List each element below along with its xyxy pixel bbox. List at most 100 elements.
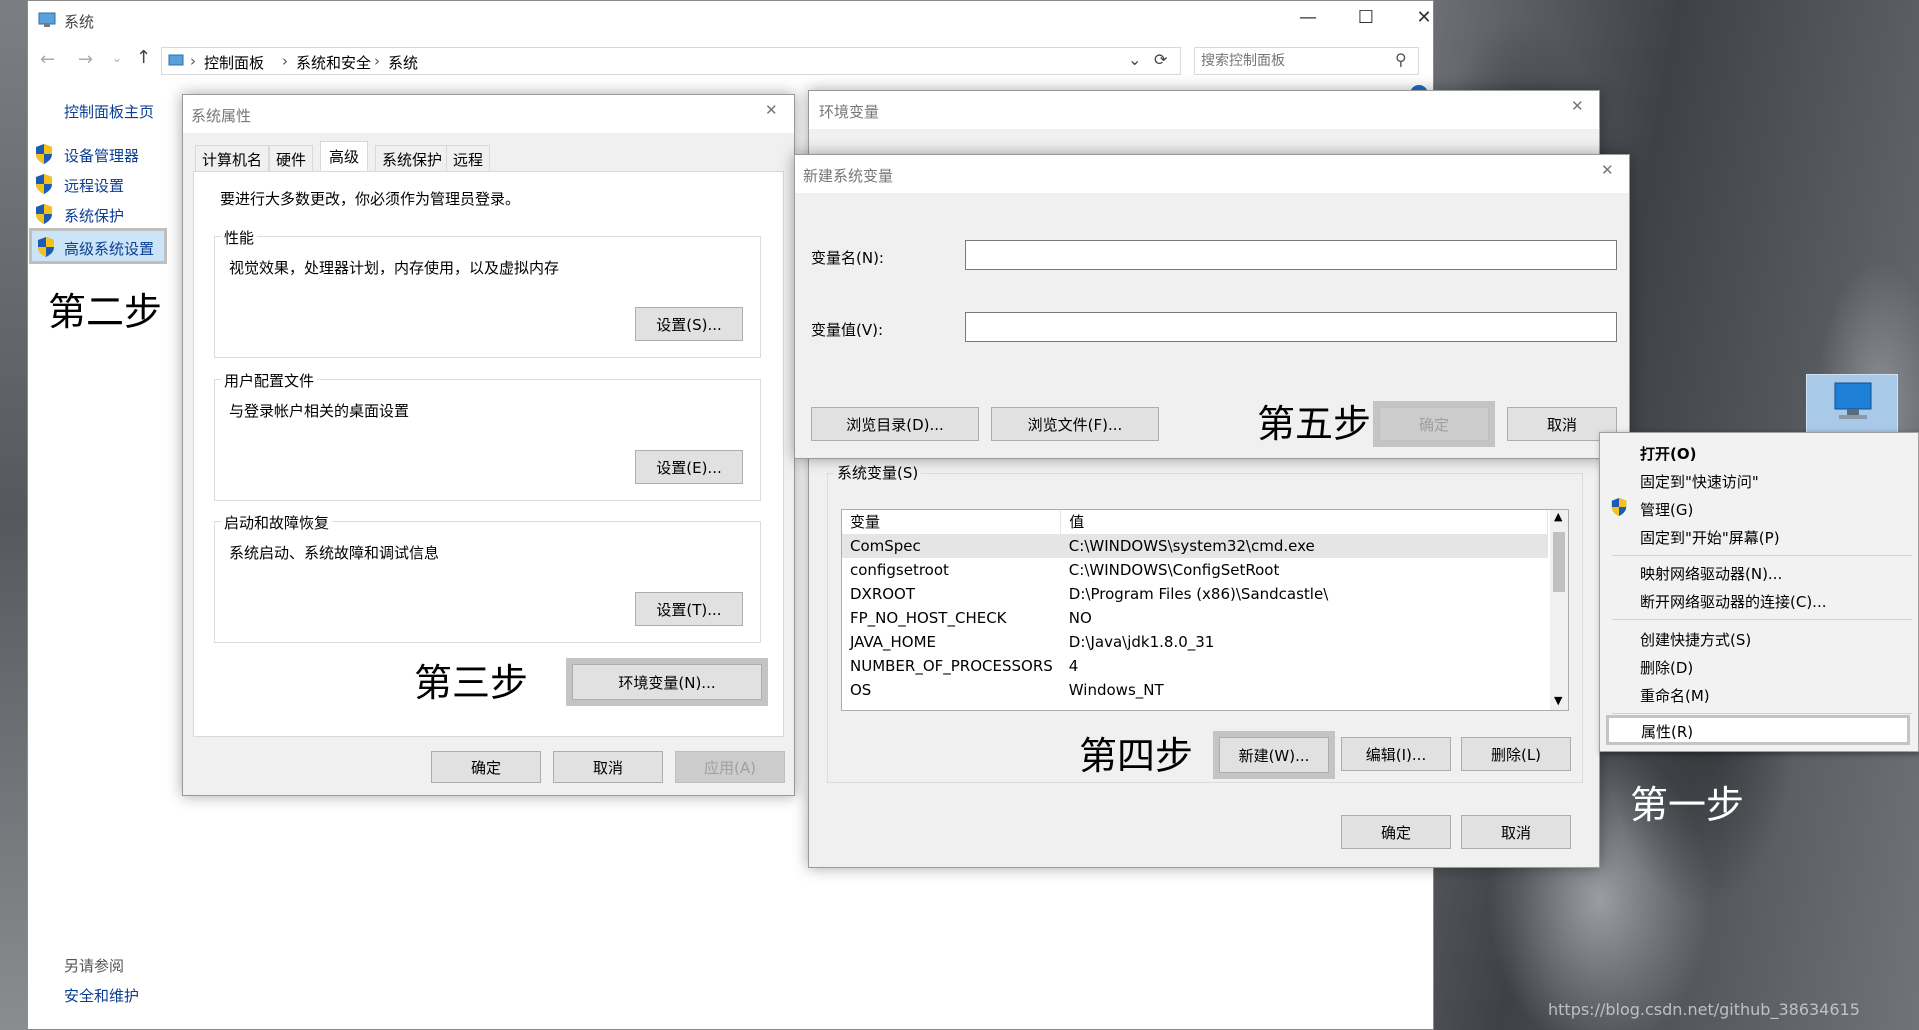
- new-variable-button[interactable]: 新建(W)...: [1213, 731, 1335, 779]
- scroll-up-icon[interactable]: ▲: [1554, 510, 1562, 523]
- maximize-button[interactable]: ☐: [1346, 7, 1386, 28]
- ok-button[interactable]: 确定: [431, 751, 541, 783]
- breadcrumb-system[interactable]: 系统: [388, 52, 418, 73]
- menu-item-open[interactable]: 打开(O): [1640, 443, 1696, 464]
- tab-advanced[interactable]: 高级: [320, 141, 369, 174]
- desktop-context-menu: 打开(O) 固定到"快速访问" 管理(G) 固定到"开始"屏幕(P) 映射网络驱…: [1599, 432, 1919, 752]
- sidebar-item-advanced-settings[interactable]: 高级系统设置: [29, 228, 167, 264]
- dialog-title-bar: 系统属性 ✕: [183, 95, 794, 133]
- control-panel-icon: [168, 54, 184, 66]
- column-header-value[interactable]: 值: [1060, 510, 1548, 535]
- recent-dropdown-icon[interactable]: ⌄: [112, 51, 122, 65]
- delete-variable-button[interactable]: 删除(L): [1461, 737, 1571, 771]
- uac-shield-icon: [36, 204, 52, 224]
- menu-item-map-drive[interactable]: 映射网络驱动器(N)...: [1640, 563, 1782, 584]
- tab-hardware[interactable]: 硬件: [269, 145, 314, 174]
- menu-item-manage[interactable]: 管理(G): [1640, 499, 1693, 520]
- table-row[interactable]: JAVA_HOME D:\Java\jdk1.8.0_31: [842, 630, 1548, 654]
- step-three-annotation: 第三步: [414, 661, 529, 705]
- uac-shield-icon: [1611, 498, 1627, 516]
- sidebar-item-label: 远程设置: [64, 177, 125, 195]
- user-profiles-group: 用户配置文件 与登录帐户相关的桌面设置 设置(E)...: [214, 370, 761, 501]
- address-dropdown-icon[interactable]: ⌄: [1128, 50, 1141, 69]
- minimize-button[interactable]: —: [1288, 7, 1328, 28]
- dialog-close-icon[interactable]: ✕: [1601, 161, 1614, 179]
- system-variables-list[interactable]: 变量 值 ComSpec C:\WINDOWS\system32\cmd.exe…: [841, 509, 1569, 711]
- browse-file-button[interactable]: 浏览文件(F)...: [991, 407, 1159, 441]
- variable-value-input[interactable]: [965, 312, 1617, 342]
- tab-computer-name[interactable]: 计算机名: [195, 145, 270, 174]
- system-icon: [38, 12, 56, 27]
- scroll-thumb[interactable]: [1553, 532, 1565, 592]
- computer-icon: [1834, 382, 1872, 419]
- menu-item-delete[interactable]: 删除(D): [1640, 657, 1693, 678]
- environment-variables-button[interactable]: 环境变量(N)...: [566, 658, 768, 706]
- sidebar-item-label: 设备管理器: [64, 147, 140, 165]
- uac-shield-icon: [38, 237, 54, 257]
- menu-item-disconnect-drive[interactable]: 断开网络驱动器的连接(C)...: [1640, 591, 1826, 612]
- cancel-button[interactable]: 取消: [1461, 815, 1571, 849]
- var-name: configsetroot: [850, 561, 949, 579]
- sidebar-item-remote-settings[interactable]: 远程设置: [34, 173, 174, 197]
- advanced-tab-panel: 要进行大多数更改，你必须作为管理员登录。 性能 视觉效果，处理器计划，内存使用，…: [193, 171, 784, 737]
- variable-name-label: 变量名(N):: [811, 249, 884, 267]
- edit-variable-button[interactable]: 编辑(I)...: [1341, 737, 1451, 771]
- performance-settings-button[interactable]: 设置(S)...: [635, 307, 743, 341]
- forward-arrow-icon[interactable]: →: [78, 49, 93, 70]
- step-four-annotation: 第四步: [1079, 734, 1194, 778]
- table-row[interactable]: DXROOT D:\Program Files (x86)\Sandcastle…: [842, 582, 1548, 606]
- var-value: 4: [1068, 657, 1079, 675]
- refresh-icon[interactable]: ⟳: [1154, 50, 1167, 69]
- table-row[interactable]: NUMBER_OF_PROCESSORS 4: [842, 654, 1548, 678]
- ok-button[interactable]: 确定: [1373, 401, 1495, 447]
- column-header-variable[interactable]: 变量: [842, 510, 1062, 535]
- group-desc: 与登录帐户相关的桌面设置: [229, 402, 410, 420]
- back-arrow-icon[interactable]: ←: [40, 49, 55, 70]
- table-row[interactable]: configsetroot C:\WINDOWS\ConfigSetRoot: [842, 558, 1548, 582]
- sidebar-item-system-protection[interactable]: 系统保护: [34, 203, 174, 227]
- tab-remote[interactable]: 远程: [446, 145, 491, 174]
- search-input[interactable]: [1201, 51, 1381, 71]
- startup-settings-button[interactable]: 设置(T)...: [635, 592, 743, 626]
- address-bar[interactable]: › 控制面板 › 系统和安全 › 系统 ⌄ ⟳: [161, 47, 1181, 75]
- table-row[interactable]: ComSpec C:\WINDOWS\system32\cmd.exe: [842, 534, 1548, 558]
- dialog-close-icon[interactable]: ✕: [1571, 97, 1584, 115]
- search-box[interactable]: ⚲: [1194, 47, 1419, 75]
- menu-item-create-shortcut[interactable]: 创建快捷方式(S): [1640, 629, 1751, 650]
- browse-directory-button[interactable]: 浏览目录(D)...: [811, 407, 979, 441]
- window-title: 系统: [64, 13, 95, 31]
- table-row[interactable]: OS Windows_NT: [842, 678, 1548, 702]
- sidebar-home-link[interactable]: 控制面板主页: [64, 101, 154, 122]
- table-scrollbar[interactable]: ▲ ▼: [1550, 510, 1568, 710]
- cancel-button[interactable]: 取消: [553, 751, 663, 783]
- sidebar-item-device-manager[interactable]: 设备管理器: [34, 143, 174, 167]
- close-button[interactable]: ✕: [1404, 7, 1444, 28]
- menu-item-properties: 属性(R): [1641, 723, 1694, 741]
- dialog-close-icon[interactable]: ✕: [765, 101, 778, 119]
- breadcrumb-system-security[interactable]: 系统和安全: [296, 52, 371, 73]
- see-also-heading: 另请参阅: [64, 957, 125, 975]
- this-pc-desktop-icon[interactable]: [1806, 374, 1898, 434]
- dialog-title-bar: 环境变量 ✕: [809, 91, 1599, 129]
- ok-button[interactable]: 确定: [1341, 815, 1451, 849]
- var-value: Windows_NT: [1068, 681, 1164, 699]
- profile-settings-button[interactable]: 设置(E)...: [635, 450, 743, 484]
- breadcrumb-control-panel[interactable]: 控制面板: [204, 52, 264, 73]
- var-name: FP_NO_HOST_CHECK: [850, 609, 1007, 627]
- menu-item-pin-quick-access[interactable]: 固定到"快速访问": [1640, 471, 1759, 492]
- scroll-down-icon[interactable]: ▼: [1554, 694, 1562, 707]
- menu-item-rename[interactable]: 重命名(M): [1640, 685, 1710, 706]
- var-name: OS: [850, 681, 872, 699]
- menu-item-properties-highlight[interactable]: 属性(R): [1606, 715, 1910, 745]
- table-row[interactable]: FP_NO_HOST_CHECK NO: [842, 606, 1548, 630]
- tab-system-protection[interactable]: 系统保护: [375, 145, 450, 174]
- variable-name-input[interactable]: [965, 240, 1617, 270]
- step-five-annotation: 第五步: [1257, 402, 1372, 446]
- var-value: NO: [1068, 609, 1092, 627]
- security-maintenance-link[interactable]: 安全和维护: [64, 985, 139, 1006]
- up-arrow-icon[interactable]: ↑: [136, 47, 151, 68]
- menu-item-pin-start[interactable]: 固定到"开始"屏幕(P): [1640, 527, 1780, 548]
- group-label: 系统变量(S): [834, 462, 922, 483]
- apply-button[interactable]: 应用(A): [675, 751, 785, 783]
- admin-note: 要进行大多数更改，你必须作为管理员登录。: [220, 190, 521, 208]
